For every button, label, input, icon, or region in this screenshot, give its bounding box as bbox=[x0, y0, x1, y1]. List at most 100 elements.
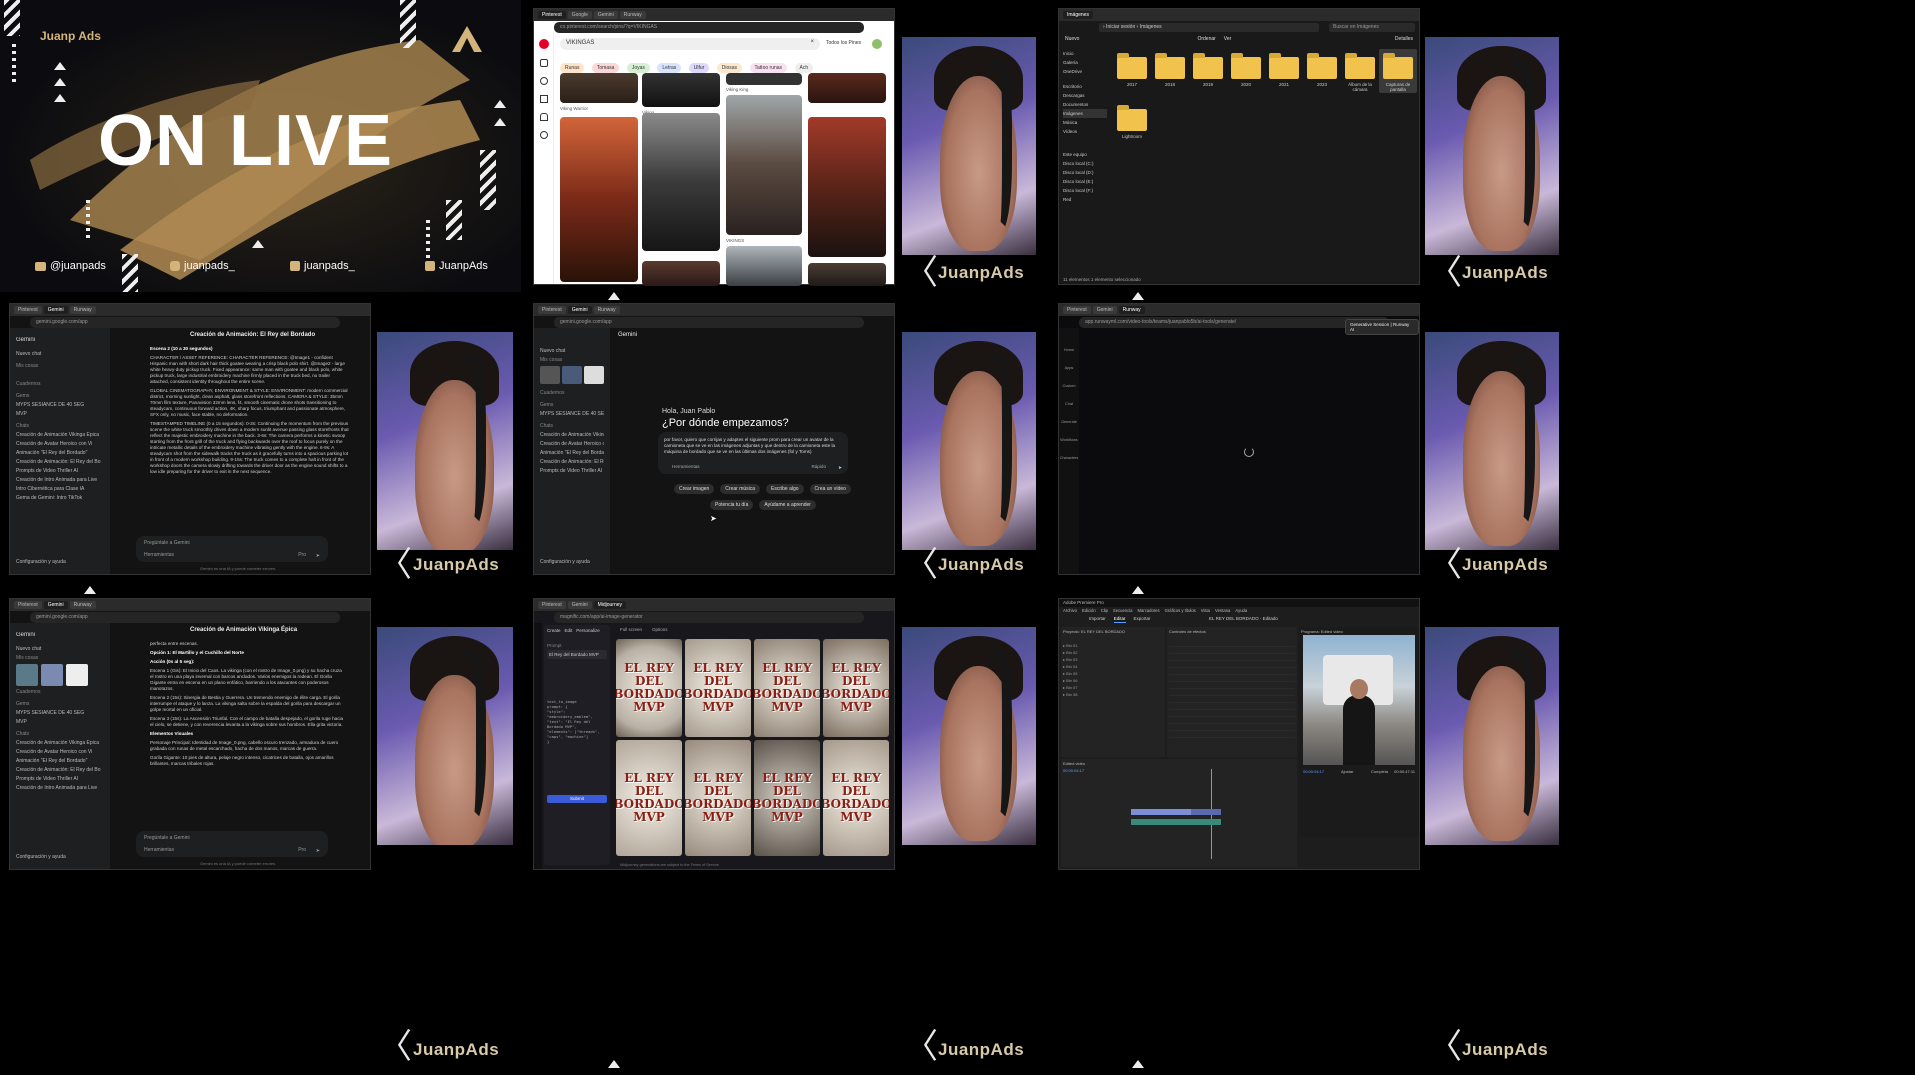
gem-item[interactable]: MYPS SESIANCE DE 40 SEG bbox=[16, 402, 104, 408]
generated-image[interactable]: EL REY DEL BORDADO MVP bbox=[685, 740, 751, 856]
pin-image[interactable] bbox=[808, 117, 886, 257]
nav-item[interactable]: Descargas bbox=[1063, 91, 1107, 100]
nav-item[interactable]: Escritorio bbox=[1063, 82, 1107, 91]
thumbnail[interactable] bbox=[562, 366, 582, 384]
pin-image[interactable] bbox=[726, 246, 802, 286]
chat-item[interactable]: Creación de Avatar Heroico con Vi bbox=[16, 749, 104, 755]
folder-icon[interactable] bbox=[1155, 53, 1185, 79]
generated-image[interactable]: EL REY DEL BORDADO MVP bbox=[616, 639, 682, 737]
mode-selector[interactable]: Pro bbox=[298, 847, 306, 853]
nav-item[interactable]: Inicio bbox=[1063, 49, 1107, 58]
tab-pinterest[interactable]: Pinterest bbox=[538, 306, 566, 314]
pin-image[interactable] bbox=[642, 113, 720, 251]
chip[interactable]: Letras bbox=[657, 63, 682, 73]
chat-input[interactable]: Pregúntale a Gemini Herramientas Pro ➤ bbox=[136, 831, 328, 857]
video-clip[interactable] bbox=[1131, 809, 1191, 815]
tab-edit[interactable]: Editar bbox=[1113, 616, 1126, 623]
tools-button[interactable]: Herramientas bbox=[144, 847, 174, 853]
menu-item[interactable]: Clip bbox=[1101, 608, 1108, 614]
pinterest-logo-icon[interactable] bbox=[538, 39, 549, 49]
mode-selector[interactable]: Pro bbox=[298, 552, 306, 558]
rail-item[interactable]: Apps bbox=[1059, 366, 1079, 370]
menu-item[interactable]: Ventana bbox=[1215, 608, 1230, 614]
tab-gemini[interactable]: Gemini bbox=[1092, 306, 1117, 314]
tab-google[interactable]: Google bbox=[567, 11, 592, 19]
rail-item[interactable]: Custom bbox=[1059, 384, 1079, 388]
view-button[interactable]: Ver bbox=[1224, 36, 1232, 45]
suggestion-chip[interactable]: Ayúdame a aprender bbox=[759, 500, 816, 510]
sort-button[interactable]: Ordenar bbox=[1197, 36, 1215, 45]
suggestion-chip[interactable]: Crea un vídeo bbox=[809, 484, 851, 494]
tab-gemini[interactable]: Gemini bbox=[43, 306, 68, 314]
tools-button[interactable]: Herramientas bbox=[672, 464, 700, 470]
nav-item[interactable]: Disco local (F:) bbox=[1063, 186, 1107, 195]
pin-image[interactable] bbox=[726, 73, 802, 85]
chip[interactable]: Joyas bbox=[626, 63, 650, 73]
notifications-icon[interactable] bbox=[539, 113, 548, 121]
explore-icon[interactable] bbox=[539, 77, 548, 85]
rail-item[interactable]: Generate bbox=[1059, 420, 1079, 424]
suggestion-chip[interactable]: Potencia tu día bbox=[710, 500, 754, 510]
address-bar[interactable]: gemini.google.com/app bbox=[30, 612, 340, 623]
tab-midjourney[interactable]: Midjourney bbox=[593, 601, 627, 609]
address-bar[interactable]: gemini.google.com/app bbox=[30, 317, 340, 328]
chat-item[interactable]: Prompts de Video Thriller AI bbox=[16, 468, 104, 474]
folder-icon[interactable] bbox=[1193, 53, 1223, 79]
pin-image[interactable] bbox=[560, 73, 638, 103]
generated-image[interactable]: EL REY DEL BORDADO MVP bbox=[823, 740, 889, 856]
chat-item[interactable]: Creación de Animación Vikinga Épica bbox=[540, 432, 604, 438]
settings-link[interactable]: Configuración y ayuda bbox=[16, 559, 66, 565]
chip[interactable]: Diosas bbox=[716, 63, 743, 73]
chat-item[interactable]: Creación de Animación: El Rey del Bo bbox=[16, 459, 104, 465]
pin-image[interactable] bbox=[560, 117, 638, 282]
nav-item[interactable]: Galería bbox=[1063, 58, 1107, 67]
folder-icon[interactable] bbox=[1117, 53, 1147, 79]
menu-item[interactable]: Marcadores bbox=[1137, 608, 1159, 614]
tab-gemini[interactable]: Gemini bbox=[567, 601, 592, 609]
submit-button[interactable]: Submit bbox=[547, 795, 607, 803]
chat-item[interactable]: Prompts de Video Thriller AI bbox=[16, 776, 104, 782]
nav-item[interactable]: Documentos bbox=[1063, 100, 1107, 109]
menu-item[interactable]: Archivo bbox=[1063, 608, 1077, 614]
chat-item[interactable]: Animación "El Rey del Bordado" bbox=[540, 450, 604, 456]
tab-runway[interactable]: Runway bbox=[619, 11, 646, 19]
search-bar[interactable]: VIKINGAS × bbox=[560, 38, 820, 50]
rail-item[interactable]: Home bbox=[1059, 348, 1079, 352]
tab-pinterest[interactable]: Pinterest bbox=[538, 11, 566, 19]
send-icon[interactable]: ➤ bbox=[838, 465, 842, 471]
audio-clip[interactable] bbox=[1131, 819, 1221, 825]
folder-icon[interactable] bbox=[1345, 53, 1375, 79]
gem-item[interactable]: MYPS SESIANCE DE 40 SEG bbox=[540, 411, 604, 417]
details-button[interactable]: Detalles bbox=[1395, 36, 1413, 45]
gem-item[interactable]: MVP bbox=[16, 411, 104, 417]
tab-runway[interactable]: Runway bbox=[69, 306, 96, 314]
folder-icon[interactable] bbox=[1383, 53, 1413, 79]
chat-item[interactable]: Intro Cibernética para Clase IA bbox=[16, 486, 104, 492]
explorer-search[interactable]: Buscar en Imágenes bbox=[1329, 23, 1415, 32]
tab-runway[interactable]: Runway bbox=[69, 601, 96, 609]
chip[interactable]: Runas bbox=[560, 63, 585, 73]
tools-button[interactable]: Herramientas bbox=[144, 552, 174, 558]
generated-image[interactable]: EL REY DEL BORDADO MVP bbox=[823, 639, 889, 737]
rail-item[interactable]: Workflows bbox=[1059, 438, 1079, 442]
generated-image[interactable]: EL REY DEL BORDADO MVP bbox=[754, 639, 820, 737]
address-bar[interactable]: magnific.com/app/ai-image-generator bbox=[554, 612, 864, 623]
settings-link[interactable]: Configuración y ayuda bbox=[540, 559, 590, 565]
nav-item[interactable]: Red bbox=[1063, 195, 1107, 204]
nav-item[interactable]: Disco local (C:) bbox=[1063, 159, 1107, 168]
tab-personalize[interactable]: Personalize bbox=[576, 628, 600, 633]
send-icon[interactable]: ➤ bbox=[316, 553, 320, 559]
model-selector[interactable]: Rápido bbox=[811, 464, 826, 470]
chat-item[interactable]: Creación de Intro Animada para Live bbox=[16, 477, 104, 483]
clear-search-icon[interactable]: × bbox=[810, 39, 814, 45]
rail-item[interactable]: Chat bbox=[1059, 402, 1079, 406]
new-chat-button[interactable]: Nuevo chat bbox=[16, 351, 104, 357]
pin-image[interactable] bbox=[642, 73, 720, 107]
thumbnail[interactable] bbox=[66, 664, 88, 686]
new-chat-button[interactable]: Nuevo chat bbox=[16, 646, 104, 652]
generated-image[interactable]: EL REY DEL BORDADO MVP bbox=[754, 740, 820, 856]
chip[interactable]: Tomasa bbox=[591, 63, 620, 73]
tab-gemini[interactable]: Gemini bbox=[593, 11, 618, 19]
filter-dropdown[interactable]: Todos los Pines bbox=[826, 40, 861, 46]
chat-item[interactable]: Creación de Animación: El Rey del Bo bbox=[16, 767, 104, 773]
